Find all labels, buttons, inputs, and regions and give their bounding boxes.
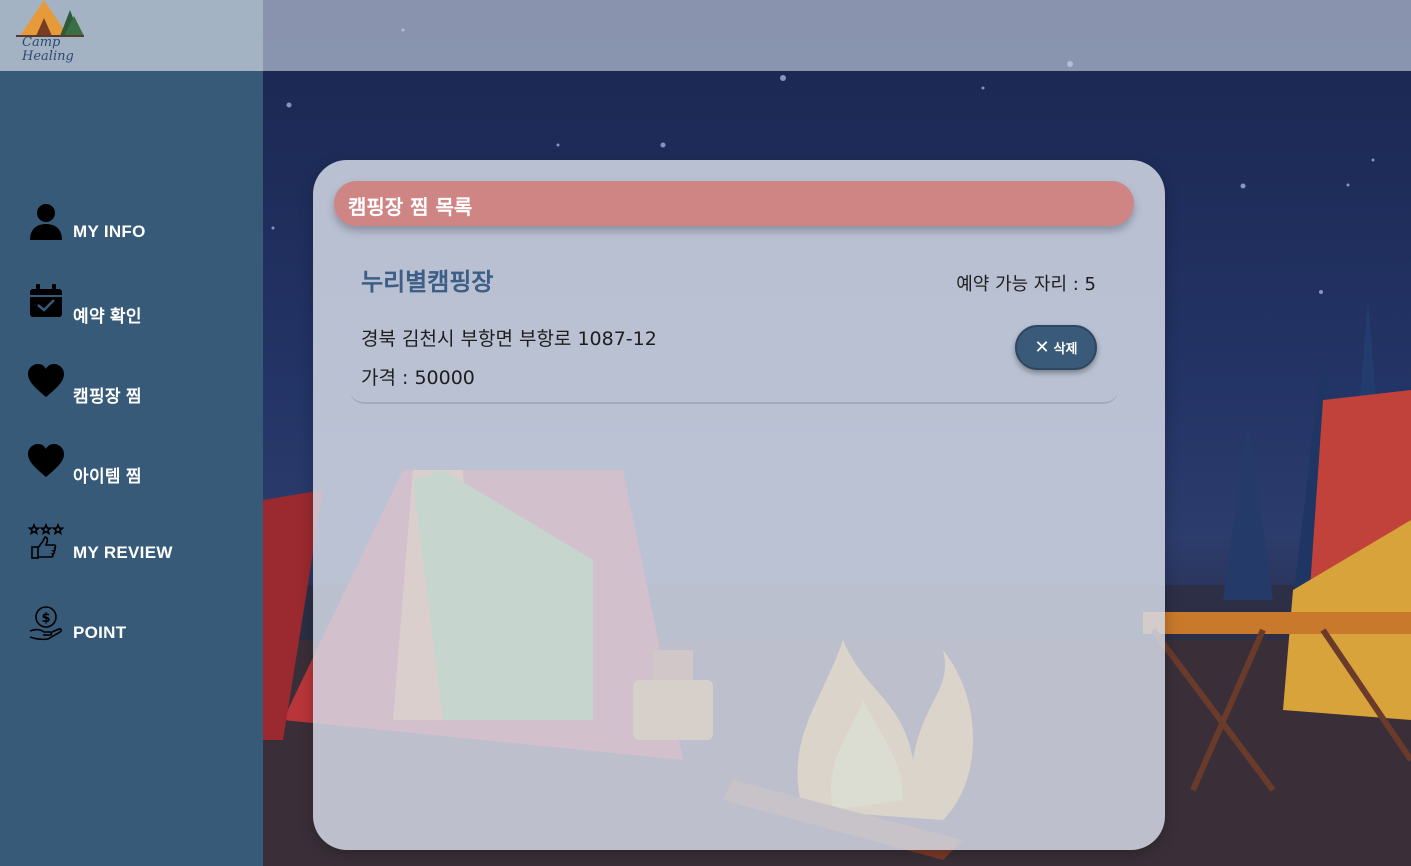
logo-text-line1: Camp [22,35,61,50]
close-icon: ✕ [1034,336,1050,358]
logo-text: Camp Healing [22,36,74,64]
page-title: 캠핑장 찜 목록 [348,195,473,219]
sidebar-item-my-review[interactable]: MY REVIEW [28,523,248,573]
delete-button-label: 삭제 [1053,342,1078,357]
thumbs-up-stars-icon [28,523,64,559]
campsite-name[interactable]: 누리별캠핑장 [361,262,493,297]
card-title-bar: 캠핑장 찜 목록 [334,181,1134,226]
svg-text:$: $ [41,611,50,626]
list-item: 누리별캠핑장 예약 가능 자리 : 5 경북 김천시 부항면 부항로 1087-… [350,250,1118,404]
campsite-price: 가격 : 50000 [361,367,475,389]
coin-hand-icon: $ [29,606,62,641]
sidebar-item-label: MY INFO [73,222,146,241]
sidebar-item-reservation[interactable]: 예약 확인 [28,283,248,333]
sidebar-item-campsite-wishlist[interactable]: 캠핑장 찜 [28,363,248,413]
heart-icon [28,364,64,397]
logo-area: Camp Healing [0,0,263,71]
user-icon [30,204,62,240]
logo-text-line2: Healing [22,49,74,64]
calendar-check-icon [30,284,62,317]
available-seats: 예약 가능 자리 : 5 [956,274,1096,295]
sidebar-item-item-wishlist[interactable]: 아이템 찜 [28,443,248,493]
sidebar-item-label: MY REVIEW [73,543,173,562]
sidebar-item-my-info[interactable]: MY INFO [28,202,248,252]
sidebar-item-point[interactable]: $ POINT [28,603,248,653]
sidebar-item-label: 캠핑장 찜 [73,387,142,406]
campsite-address: 경북 김천시 부항면 부항로 1087-12 [361,328,657,350]
sidebar: MY INFO 예약 확인 캠핑장 찜 아이템 찜 MY REVIEW $ PO… [0,71,263,866]
sidebar-item-label: 아이템 찜 [73,467,142,486]
sidebar-item-label: 예약 확인 [73,307,142,326]
sidebar-item-label: POINT [73,623,127,642]
heart-icon [28,444,64,477]
delete-button[interactable]: ✕ 삭제 [1015,325,1097,370]
wishlist-card: 캠핑장 찜 목록 누리별캠핑장 예약 가능 자리 : 5 경북 김천시 부항면 … [313,160,1165,850]
